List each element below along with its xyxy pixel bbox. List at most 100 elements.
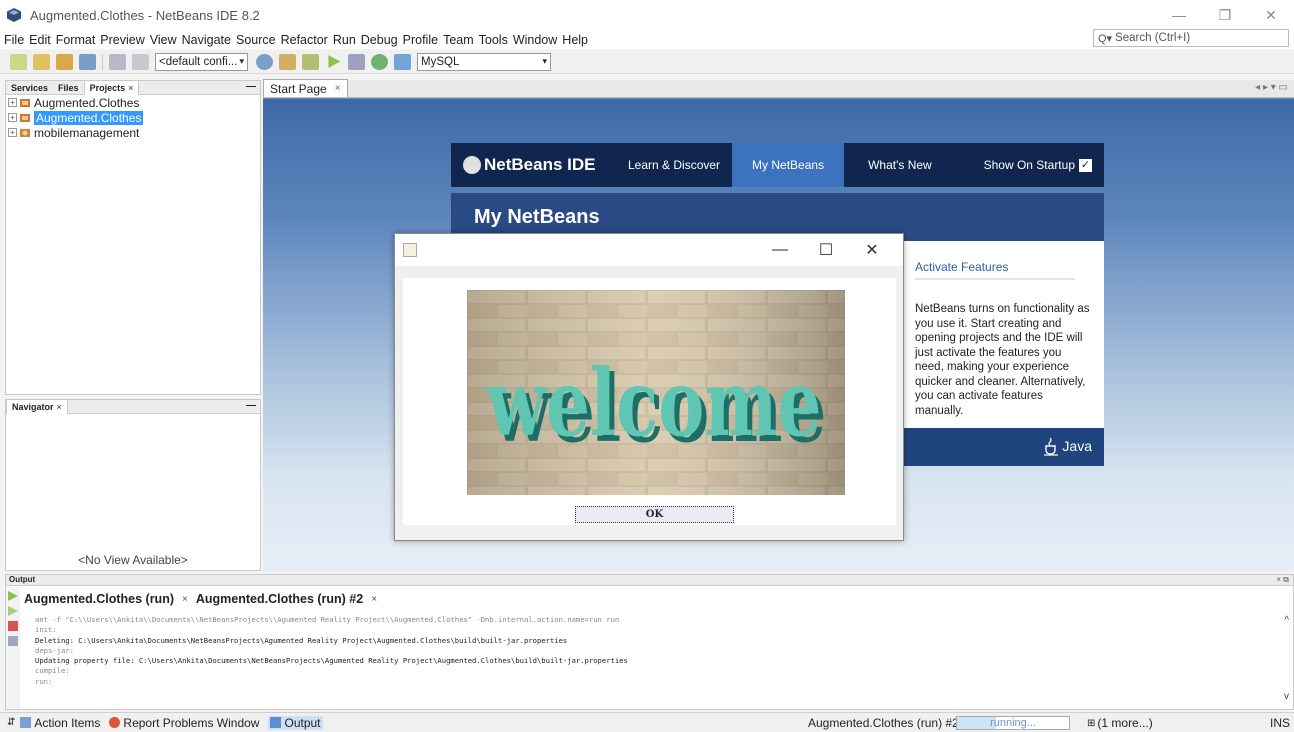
report-problems-button[interactable]: Report Problems Window: [109, 716, 259, 730]
expand-icon[interactable]: +: [8, 128, 17, 137]
stop-icon[interactable]: [8, 621, 18, 631]
new-file-icon[interactable]: [10, 53, 27, 70]
tab-services[interactable]: Services: [6, 81, 53, 95]
menu-team[interactable]: Team: [443, 33, 474, 47]
output-window-button[interactable]: Output: [268, 715, 323, 730]
menu-preview[interactable]: Preview: [100, 33, 144, 47]
menu-file[interactable]: File: [4, 33, 24, 47]
tree-item[interactable]: + Augmented.Clothes: [6, 110, 260, 125]
minimize-window-button[interactable]: —: [1156, 0, 1202, 30]
action-items-icon: [20, 717, 32, 728]
dialog-close-button[interactable]: ✕: [849, 240, 895, 260]
activate-features-text: NetBeans turns on functionality as you u…: [915, 303, 1090, 417]
new-project-icon[interactable]: [33, 53, 50, 70]
menu-window[interactable]: Window: [513, 33, 557, 47]
database-select[interactable]: MySQL ▾: [417, 52, 551, 71]
tree-item[interactable]: + Augmented.Clothes: [6, 95, 260, 110]
output-panel: Output × ⧉ Augmented.Clothes (run) × Aug…: [5, 574, 1294, 710]
main-toolbar: <default confi... ▾ MySQL ▾: [0, 50, 1294, 74]
menu-run[interactable]: Run: [333, 33, 356, 47]
output-console[interactable]: ant -f "C:\\Users\\Ankita\\Documents\\Ne…: [35, 615, 628, 687]
tasks-icon: ⊞: [1087, 717, 1096, 729]
scroll-up-icon[interactable]: ^: [1284, 615, 1289, 626]
tab-projects[interactable]: Projects ×: [83, 80, 140, 95]
undo-icon[interactable]: [109, 53, 126, 70]
project-augmented-clothes: Augmented.Clothes: [34, 95, 140, 110]
restore-window-button[interactable]: ❐: [1202, 0, 1248, 30]
nav-learn-discover[interactable]: Learn & Discover: [616, 143, 732, 187]
activate-features-link[interactable]: Activate Features: [915, 260, 1075, 280]
output-window-icon: [270, 717, 282, 728]
run-icon[interactable]: [328, 55, 341, 68]
profile-icon[interactable]: [371, 53, 388, 70]
output-line: Updating property file: C:\Users\Ankita\…: [35, 656, 628, 666]
menu-debug[interactable]: Debug: [361, 33, 398, 47]
show-on-startup[interactable]: Show On Startup ✓: [984, 143, 1092, 187]
java-project-icon: [20, 128, 30, 137]
projects-panel: Services Files Projects × — + Augmented.…: [5, 80, 261, 395]
expand-icon[interactable]: +: [8, 113, 17, 122]
properties-icon[interactable]: [8, 636, 18, 646]
menu-help[interactable]: Help: [562, 33, 588, 47]
scroll-down-icon[interactable]: v: [1284, 691, 1289, 702]
output-panel-controls[interactable]: × ⧉: [1276, 575, 1289, 585]
window-title-bar: Augmented.Clothes - NetBeans IDE 8.2 — ❐…: [0, 0, 1294, 30]
expand-icon[interactable]: +: [8, 98, 17, 107]
java-app-icon: [403, 243, 417, 257]
menu-tools[interactable]: Tools: [479, 33, 508, 47]
search-placeholder: Search (Ctrl+I): [1115, 32, 1191, 44]
menu-edit[interactable]: Edit: [29, 33, 51, 47]
menu-navigate[interactable]: Navigate: [182, 33, 231, 47]
menu-refactor[interactable]: Refactor: [281, 33, 328, 47]
tab-start-page[interactable]: Start Page ×: [263, 79, 348, 97]
close-icon[interactable]: ×: [128, 83, 133, 93]
minimize-panel-button[interactable]: —: [246, 81, 256, 92]
java-logo: Java: [1042, 436, 1092, 456]
dialog-maximize-button[interactable]: ☐: [803, 240, 849, 260]
redo-icon[interactable]: [132, 53, 149, 70]
globe-icon[interactable]: [256, 53, 273, 70]
database-icon[interactable]: [394, 53, 411, 70]
debug-icon[interactable]: [348, 53, 365, 70]
tab-navigator[interactable]: Navigator ×: [6, 399, 68, 414]
rerun-icon[interactable]: [8, 591, 18, 601]
editor-tab-controls[interactable]: ◂ ▸ ▾ ▭: [1255, 82, 1288, 93]
menu-profile[interactable]: Profile: [403, 33, 438, 47]
tab-projects-label: Projects: [89, 82, 126, 93]
save-all-icon[interactable]: [79, 53, 96, 70]
nav-my-netbeans[interactable]: My NetBeans: [732, 143, 845, 187]
menu-source[interactable]: Source: [236, 33, 276, 47]
search-input[interactable]: Q▾ Search (Ctrl+I): [1093, 29, 1289, 47]
minimize-panel-button[interactable]: —: [246, 400, 256, 411]
action-items-button[interactable]: Action Items: [20, 716, 100, 730]
build-icon[interactable]: [279, 53, 296, 70]
open-project-icon[interactable]: [56, 53, 73, 70]
task-progress-bar[interactable]: running...: [956, 716, 1070, 730]
output-tab-run[interactable]: Augmented.Clothes (run) ×: [24, 592, 188, 606]
dialog-body: welcome welcome OK: [403, 278, 896, 525]
output-tab-run-2[interactable]: Augmented.Clothes (run) #2 ×: [196, 592, 377, 606]
close-icon[interactable]: ×: [335, 83, 341, 94]
tab-files[interactable]: Files: [53, 81, 84, 95]
more-tasks-button[interactable]: ⊞ (1 more...): [1087, 713, 1153, 732]
rerun-with-options-icon[interactable]: [8, 606, 18, 616]
dialog-minimize-button[interactable]: —: [757, 241, 803, 259]
netbeans-logo-text: NetBeans IDE: [484, 155, 596, 174]
close-window-button[interactable]: ✕: [1248, 0, 1294, 30]
output-tab-run-2-label: Augmented.Clothes (run) #2: [195, 592, 364, 606]
show-on-startup-checkbox[interactable]: ✓: [1079, 158, 1092, 172]
tree-item[interactable]: + mobilemanagement: [6, 125, 260, 140]
menu-view[interactable]: View: [150, 33, 177, 47]
nav-whats-new[interactable]: What's New: [844, 143, 956, 187]
menu-format[interactable]: Format: [56, 33, 96, 47]
close-icon[interactable]: ×: [57, 402, 62, 412]
close-icon[interactable]: ×: [371, 594, 377, 605]
show-on-startup-label: Show On Startup: [983, 158, 1075, 172]
java-logo-text: Java: [1062, 438, 1092, 454]
close-icon[interactable]: ×: [182, 594, 188, 605]
error-icon: [109, 717, 121, 728]
ok-button[interactable]: OK: [575, 506, 734, 523]
clean-build-icon[interactable]: [302, 53, 319, 70]
notification-icon[interactable]: ⇵: [7, 717, 15, 728]
config-select[interactable]: <default confi... ▾: [155, 52, 248, 71]
